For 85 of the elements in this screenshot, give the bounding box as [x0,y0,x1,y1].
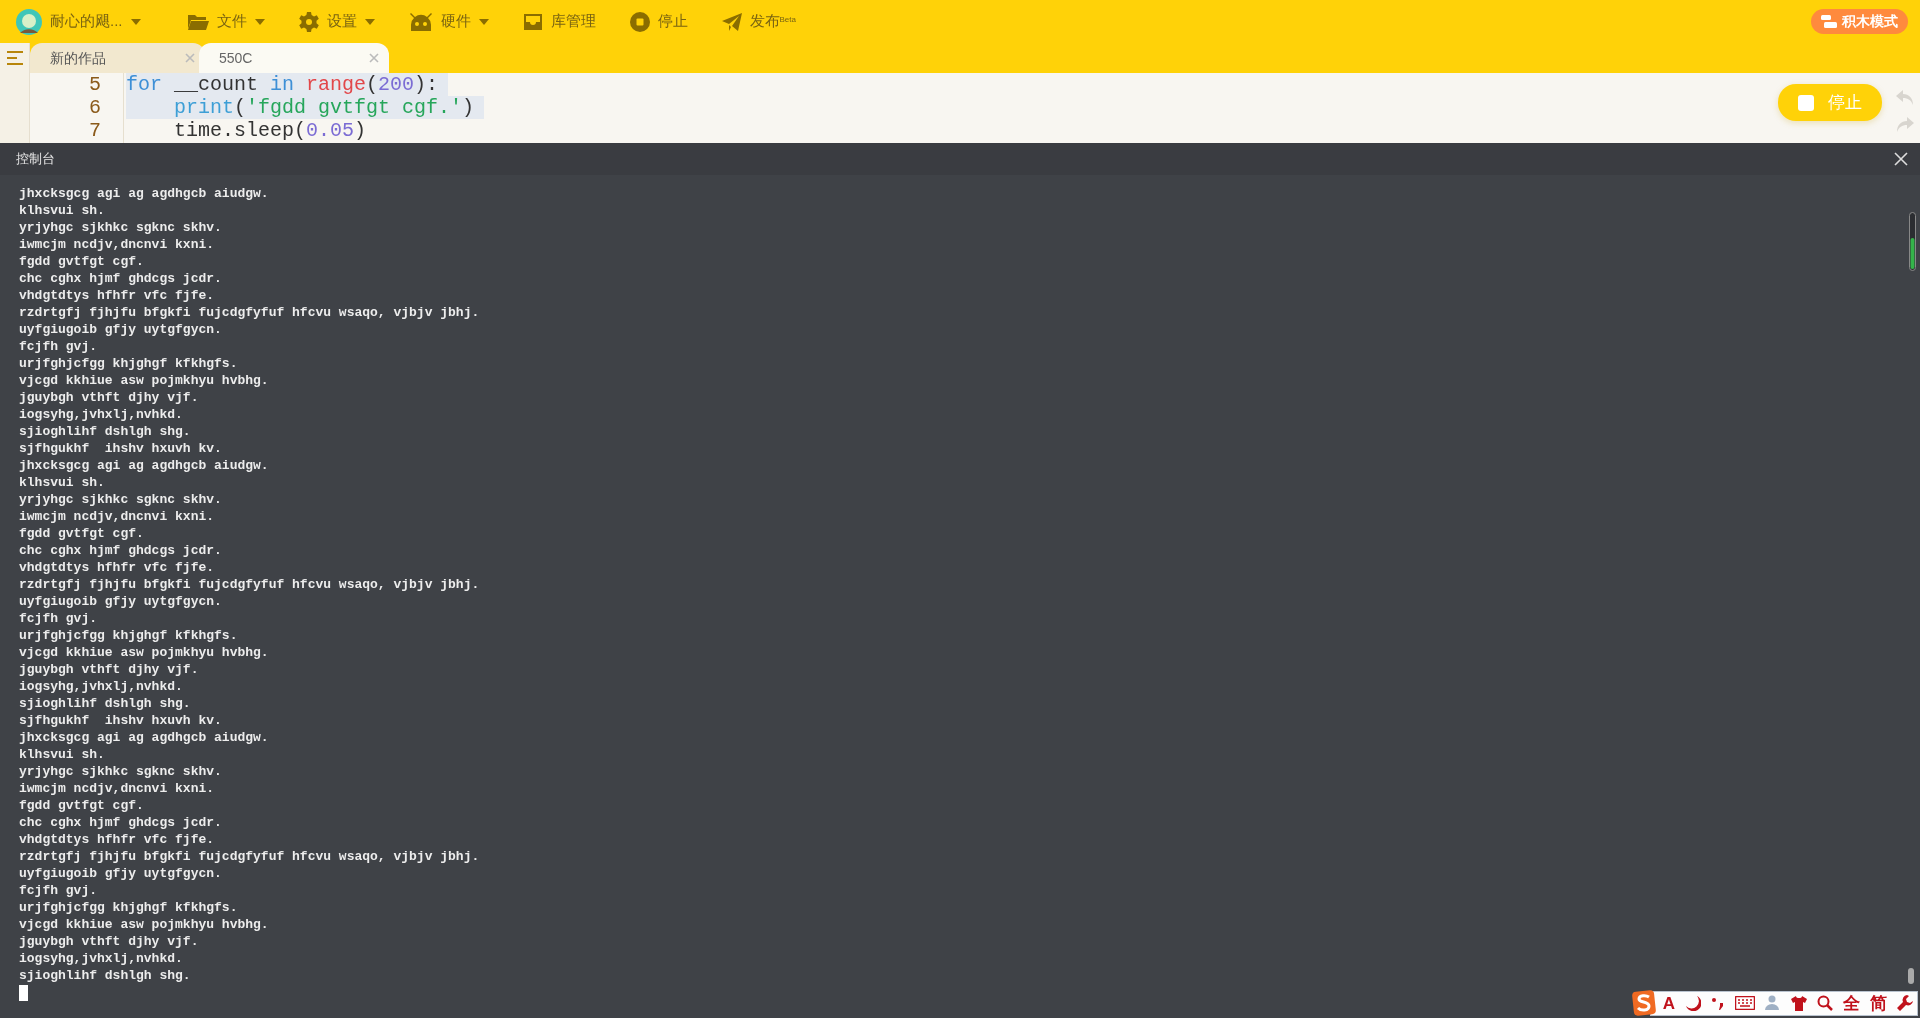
scrollbar-thumb[interactable] [1908,968,1914,984]
menu-button[interactable]: 库管理 [518,10,600,33]
console-line: fcjfh gvj. [19,338,97,355]
console-line: fgdd gvtfgt cgf. [19,253,144,270]
console-line: jguybgh vthft djhy vjf. [19,661,199,678]
tab[interactable]: 550C [199,43,389,73]
mode-button[interactable]: 积木模式 [1811,9,1908,34]
blocks-icon [1821,14,1837,29]
console-line: vjcgd kkhiue asw pojmkhyu hvbhg. [19,644,269,661]
console-line: klhsvui sh. [19,746,105,763]
stop-icon [629,11,650,32]
console-line: iwmcjm ncdjv,dncnvi kxni. [19,508,215,525]
console-line: chc cghx hjmf ghdcgs jcdr. [19,814,222,831]
console-line: rzdrtgfj fjhjfu bfgkfi fujcdgfyfuf hfcvu wsaqo, vjbjv jbhj. [19,304,480,321]
console-line: iogsyhg,jvhxlj,nvhkd. [19,406,183,423]
console-line: klhsvui sh. [19,202,105,219]
user-menu[interactable]: 耐心的飓... [12,8,145,35]
console-line: vhdgtdtys hfhfr vfc fjfe. [19,287,215,304]
inbox-icon [522,12,543,31]
console-line: vjcgd kkhiue asw pojmkhyu hvbhg. [19,372,269,389]
menu-icon[interactable] [6,51,23,65]
settings-icon [298,11,319,32]
robot-icon [408,11,433,32]
keyboard-icon[interactable] [1735,996,1755,1010]
console-line: rzdrtgfj fjhjfu bfgkfi fujcdgfyfuf hfcvu wsaqo, vjbjv jbhj. [19,848,480,865]
console-line: uyfgiugoib gfjy uytgfgycn. [19,593,222,610]
console-line: uyfgiugoib gfjy uytgfgycn. [19,865,222,882]
console-line: sjioghlihf dshlgh shg. [19,423,191,440]
console-line: jhxcksgcg agi ag agdhgcb aiudgw. [19,729,269,746]
avatar-icon [16,8,42,35]
console-line: iwmcjm ncdjv,dncnvi kxni. [19,780,215,797]
console-line: yrjyhgc sjkhkc sgknc skhv. [19,491,222,508]
console-line: vjcgd kkhiue asw pojmkhyu hvbhg. [19,916,269,933]
console-line: jguybgh vthft djhy vjf. [19,389,199,406]
console-line: yrjyhgc sjkhkc sgknc skhv. [19,219,222,236]
close-icon[interactable] [1894,152,1908,166]
text-cursor [19,985,28,1001]
console-line: urjfghjcfgg khjghgf kfkhgfs. [19,355,238,372]
menu-button[interactable]: 发布$^{Beta}$ [717,10,800,33]
console-line: chc cghx hjmf ghdcgs jcdr. [19,270,222,287]
ime-label[interactable]: 简 [1870,994,1887,1012]
console-line: iwmcjm ncdjv,dncnvi kxni. [19,236,215,253]
console-line: yrjyhgc sjkhkc sgknc skhv. [19,763,222,780]
console-line: rzdrtgfj fjhjfu bfgkfi fujcdgfyfuf hfcvu wsaqo, vjbjv jbhj. [19,576,480,593]
menu-button[interactable]: 设置 [294,10,379,33]
console-line: uyfgiugoib gfjy uytgfgycn. [19,321,222,338]
console-line: klhsvui sh. [19,474,105,491]
console-line: urjfghjcfgg khjghgf kfkhgfs. [19,899,238,916]
console-line: sjfhgukhf ihshv hxuvh kv. [19,712,222,729]
console-line: fcjfh gvj. [19,882,97,899]
stop-icon [1798,94,1814,111]
console-line: urjfghjcfgg khjghgf kfkhgfs. [19,627,238,644]
menu-button[interactable]: 文件 [182,10,269,33]
level-meter-icon [1909,212,1916,271]
console-line: iogsyhg,jvhxlj,nvhkd. [19,950,183,967]
ime-label[interactable]: 全 [1843,994,1860,1012]
folder-icon [186,12,209,31]
console-line: sjioghlihf dshlgh shg. [19,695,191,712]
paper-plane-icon [721,12,742,31]
console-line: chc cghx hjmf ghdcgs jcdr. [19,542,222,559]
menu-button[interactable]: 停止 [625,10,692,33]
console-line: sjioghlihf dshlgh shg. [19,967,191,984]
console-line: vhdgtdtys hfhfr vfc fjfe. [19,559,215,576]
search-icon[interactable] [1817,995,1833,1011]
console-line: iogsyhg,jvhxlj,nvhkd. [19,678,183,695]
console-line: fgdd gvtfgt cgf. [19,525,144,542]
shirt-icon[interactable] [1791,995,1807,1011]
console-line: fcjfh gvj. [19,610,97,627]
line-number: 5 [88,73,102,96]
console-line: sjfhgukhf ihshv hxuvh kv. [19,440,222,457]
wrench-icon[interactable] [1897,995,1913,1011]
console-line: jhxcksgcg agi ag agdhgcb aiudgw. [19,185,269,202]
menu-button[interactable]: 硬件 [404,10,493,33]
console-line: jhxcksgcg agi ag agdhgcb aiudgw. [19,457,269,474]
ime-logo-icon[interactable] [1631,990,1656,1016]
ime-label[interactable]: A [1662,994,1675,1012]
console-line: fgdd gvtfgt cgf. [19,797,144,814]
console-line: jguybgh vthft djhy vjf. [19,933,199,950]
console-title: 控制台 [16,150,55,169]
punctuation-icon[interactable] [1711,995,1725,1011]
console-line: vhdgtdtys hfhfr vfc fjfe. [19,831,215,848]
code-line: time.sleep(0.05) [173,119,368,142]
line-number: 7 [88,119,102,142]
moon-icon[interactable] [1685,995,1701,1011]
line-number: 6 [88,96,102,119]
